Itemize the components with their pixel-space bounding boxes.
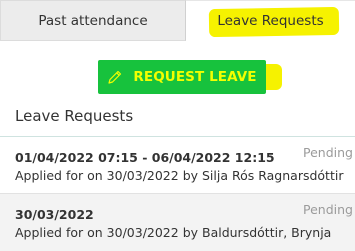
tab-past-attendance[interactable]: Past attendance	[0, 0, 186, 41]
request-dates: 01/04/2022 07:15 - 06/04/2022 12:15	[15, 150, 275, 165]
tab-leave-requests[interactable]: Leave Requests	[186, 0, 355, 41]
tab-bar: Past attendance Leave Requests	[0, 0, 355, 41]
request-leave-label: REQUEST LEAVE	[133, 69, 257, 85]
request-leave-area: REQUEST LEAVE	[98, 60, 282, 94]
request-leave-button[interactable]: REQUEST LEAVE	[98, 60, 266, 94]
request-applied: Applied for on 30/03/2022 by Silja Rós R…	[15, 168, 344, 183]
list-item[interactable]: 01/04/2022 07:15 - 06/04/2022 12:15 Appl…	[0, 137, 355, 194]
pencil-icon	[108, 70, 122, 84]
status-badge: Pending	[303, 145, 353, 160]
request-dates: 30/03/2022	[15, 207, 94, 222]
request-applied: Applied for on 30/03/2022 by Baldursdótt…	[15, 225, 332, 240]
tab-past-attendance-label: Past attendance	[38, 12, 148, 29]
list-item[interactable]: 30/03/2022 Applied for on 30/03/2022 by …	[0, 194, 355, 251]
status-badge: Pending	[303, 202, 353, 217]
section-title: Leave Requests	[15, 107, 134, 125]
tab-leave-requests-label: Leave Requests	[209, 11, 331, 31]
